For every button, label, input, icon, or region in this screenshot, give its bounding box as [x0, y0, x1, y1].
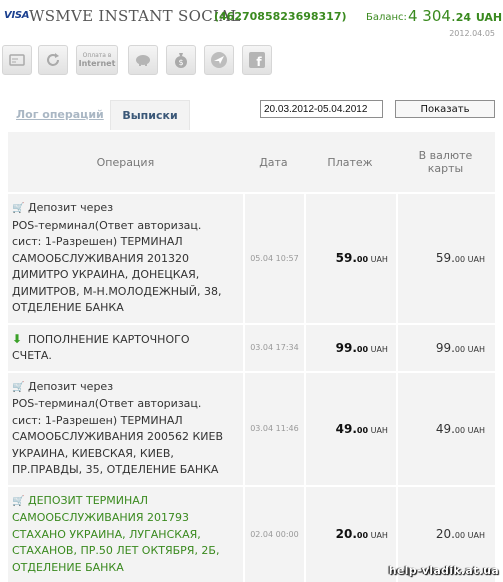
money-bag-icon[interactable]: $ [166, 45, 196, 75]
cart-icon: 🛒 [12, 494, 28, 511]
date-cell: 03.04 11:46 [243, 371, 304, 485]
facebook-icon[interactable]: f [242, 45, 272, 75]
svg-text:$: $ [178, 58, 183, 67]
header-payment: Платеж [304, 132, 396, 192]
card-currency-cell: 99.00 UAH [396, 323, 495, 371]
cart-icon: 🛒 [12, 201, 28, 218]
payment-cell: 49.00 UAH [304, 371, 396, 485]
visa-logo: VISA [4, 10, 29, 21]
statement-table: Операция Дата Платеж В валютекарты 🛒Депо… [8, 132, 495, 582]
header-in-currency: В валютекарты [396, 132, 495, 192]
payment-cell: 20.00 UAH [304, 485, 396, 582]
card-number: (4627085823698317) [214, 10, 347, 23]
internet-pay-button[interactable]: Оплата в Internet [76, 45, 118, 75]
balance-date: 2012.04.05 [449, 29, 495, 38]
account-header: VISA WSMVE INSTANT SOCIAL (4627085823698… [0, 0, 503, 42]
payment-cell: 59.00 UAH [304, 192, 396, 323]
piggy-bank-icon[interactable] [128, 45, 158, 75]
table-row: 🛒Депозит черезPOS-терминал(Ответ авториз… [8, 192, 495, 323]
tab-statements[interactable]: Выписки [110, 100, 190, 130]
tab-operations-log[interactable]: Лог операций [16, 108, 104, 121]
card-currency-cell: 49.00 UAH [396, 371, 495, 485]
cart-icon: 🛒 [12, 380, 28, 397]
operation-cell: 🛒ДЕПОЗИТ ТЕРМИНАЛСАМООБСЛУЖИВАНИЯ 201793… [8, 485, 243, 582]
svg-text:f: f [256, 55, 262, 68]
airplane-icon[interactable] [204, 45, 234, 75]
operation-cell: 🛒Депозит черезPOS-терминал(Ответ авториз… [8, 192, 243, 323]
arrow-down-icon: ⬇ [12, 331, 28, 348]
balance-label: Баланс: [366, 12, 407, 23]
card-title: WSMVE INSTANT SOCIAL [29, 7, 241, 25]
table-row: ⬇ПОПОЛНЕНИЕ КАРТОЧНОГОСЧЕТА.03.04 17:349… [8, 323, 495, 371]
header-operation: Операция [8, 132, 243, 192]
operation-cell: 🛒Депозит черезPOS-терминал(Ответ авториз… [8, 371, 243, 485]
table-row: 🛒Депозит черезPOS-терминал(Ответ авториз… [8, 371, 495, 485]
header-date: Дата [243, 132, 304, 192]
date-range-input[interactable] [260, 100, 383, 118]
payment-cell: 99.00 UAH [304, 323, 396, 371]
operation-cell: ⬇ПОПОЛНЕНИЕ КАРТОЧНОГОСЧЕТА. [8, 323, 243, 371]
date-cell: 02.04 00:00 [243, 485, 304, 582]
card-icon[interactable] [2, 45, 32, 75]
refresh-icon[interactable] [38, 45, 68, 75]
date-cell: 03.04 17:34 [243, 323, 304, 371]
balance-amount: 4 304.24 UAH [408, 7, 502, 25]
card-currency-cell: 59.00 UAH [396, 192, 495, 323]
watermark: help-vladik.at.ua [389, 564, 499, 577]
date-cell: 05.04 10:57 [243, 192, 304, 323]
toolbar: Оплата в Internet $ f [0, 45, 503, 77]
show-button[interactable]: Показать [395, 100, 495, 118]
